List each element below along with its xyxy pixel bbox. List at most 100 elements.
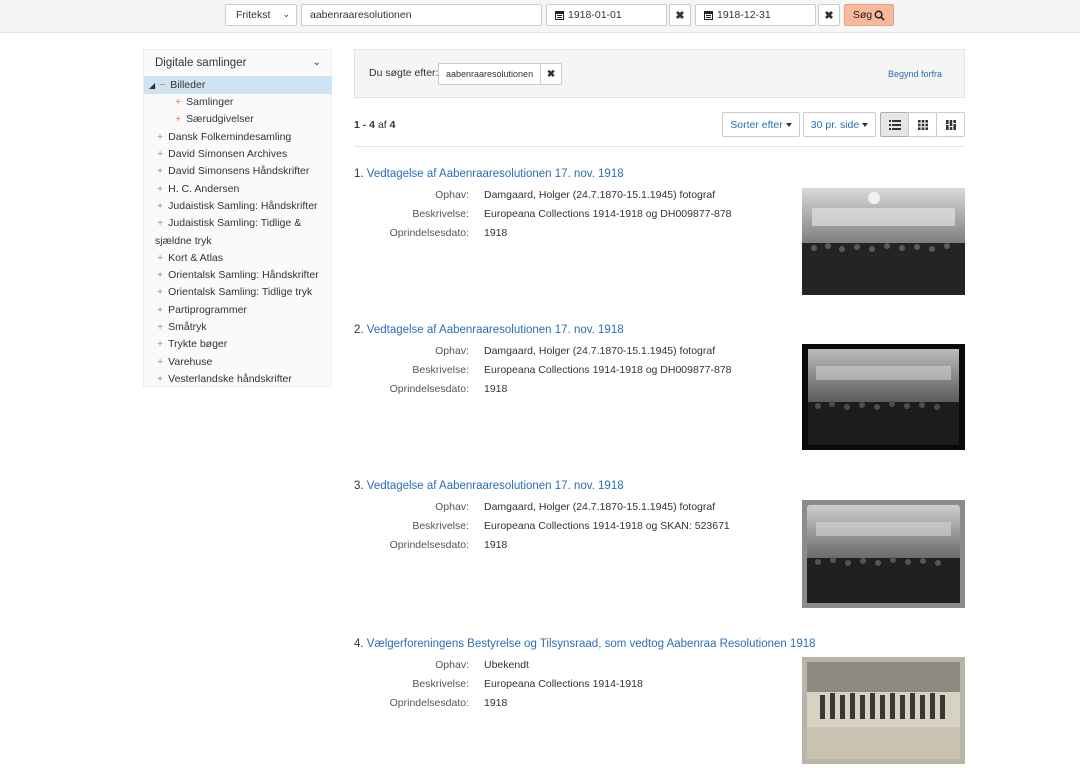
sidebar-item[interactable]: + Trykte bøger	[157, 338, 227, 350]
result-link[interactable]: Vedtagelse af Aabenraaresolutionen 17. n…	[367, 324, 624, 336]
field-label-origin: Ophav:	[435, 659, 469, 671]
plus-icon: +	[157, 269, 164, 281]
result-thumbnail[interactable]	[802, 500, 965, 608]
sort-dropdown[interactable]: Sorter efter	[722, 112, 800, 137]
sidebar-subitem[interactable]: + Samlinger	[175, 96, 233, 108]
plus-icon: +	[157, 338, 164, 350]
sidebar-item-label: sjældne tryk	[155, 235, 212, 247]
field-value-description: Europeana Collections 1914-1918	[484, 678, 643, 690]
field-label-description: Beskrivelse:	[412, 208, 469, 220]
sidebar-item[interactable]: + Judaistisk Samling: Håndskrifter	[157, 200, 318, 212]
sidebar-item-billeder[interactable]: ◢ − Billeder	[149, 79, 205, 92]
sidebar-item-label: Judaistisk Samling: Håndskrifter	[168, 200, 318, 212]
sidebar-item[interactable]: + Varehuse	[157, 356, 212, 368]
result-title: 2. Vedtagelse af Aabenraaresolutionen 17…	[354, 324, 624, 336]
chevron-down-icon: ⌄	[312, 57, 321, 68]
field-label-description: Beskrivelse:	[412, 678, 469, 690]
sidebar-item-label: Varehuse	[168, 356, 213, 368]
plus-icon: +	[157, 165, 164, 177]
sort-label: Sorter efter	[730, 118, 783, 131]
sidebar-subitem[interactable]: + Særudgivelser	[175, 113, 254, 125]
field-value-origin: Ubekendt	[484, 659, 529, 671]
sidebar-item[interactable]: + Orientalsk Samling: Håndskrifter	[157, 269, 319, 281]
field-label-description: Beskrivelse:	[412, 520, 469, 532]
close-icon: ✖	[824, 9, 834, 22]
sidebar-item[interactable]: + Dansk Folkemindesamling	[157, 131, 291, 143]
sidebar-item-label: H. C. Andersen	[168, 183, 240, 195]
sidebar-item[interactable]: + Vesterlandske håndskrifter	[157, 373, 292, 385]
sidebar-item[interactable]: + Kort & Atlas	[157, 252, 223, 264]
result-title: 1. Vedtagelse af Aabenraaresolutionen 17…	[354, 168, 624, 180]
sidebar-item-label: Småtryk	[168, 321, 207, 333]
view-list-button[interactable]	[880, 112, 909, 137]
plus-icon: +	[157, 183, 164, 195]
search-type-select[interactable]: Fritekst ⌄	[225, 4, 297, 26]
clear-date-from-button[interactable]: ✖	[669, 4, 691, 26]
view-gallery-button[interactable]	[908, 112, 937, 137]
date-from-input[interactable]: 1918-01-01	[546, 4, 667, 26]
sidebar-item[interactable]: + David Simonsen Archives	[157, 148, 287, 160]
per-page-dropdown[interactable]: 30 pr. side	[803, 112, 876, 137]
result-title: 3. Vedtagelse af Aabenraaresolutionen 17…	[354, 480, 624, 492]
result-thumbnail[interactable]	[802, 657, 965, 764]
sidebar-item-label: Samlinger	[186, 96, 234, 108]
sidebar-item[interactable]: + David Simonsens Håndskrifter	[157, 165, 309, 177]
results-total: 4	[389, 119, 396, 131]
sidebar-item[interactable]: + H. C. Andersen	[157, 183, 239, 195]
search-input[interactable]: aabenraaresolutionen	[301, 4, 542, 26]
field-label-date: Oprindelsesdato:	[389, 697, 469, 709]
sidebar-item[interactable]: + Judaistisk Samling: Tidlige &	[157, 217, 301, 229]
sidebar-item-label: Judaistisk Samling: Tidlige &	[168, 217, 302, 229]
remove-constraint-button[interactable]: ✖	[540, 64, 561, 84]
plus-icon: +	[157, 321, 164, 333]
plus-icon: +	[157, 373, 164, 385]
result-thumbnail[interactable]	[802, 344, 965, 450]
result-number: 1.	[354, 168, 364, 180]
field-label-origin: Ophav:	[435, 345, 469, 357]
field-label-origin: Ophav:	[435, 501, 469, 513]
result-link[interactable]: Vedtagelse af Aabenraaresolutionen 17. n…	[367, 168, 624, 180]
result-link[interactable]: Vedtagelse af Aabenraaresolutionen 17. n…	[367, 480, 624, 492]
caret-down-icon	[785, 122, 792, 127]
sidebar-item-label: David Simonsens Håndskrifter	[168, 165, 310, 177]
sidebar-header[interactable]: Digitale samlinger ⌄	[144, 50, 331, 77]
plus-icon: +	[175, 96, 182, 108]
result-link[interactable]: Vælgerforeningens Bestyrelse og Tilsynsr…	[367, 638, 816, 650]
sidebar-item-label: Dansk Folkemindesamling	[168, 131, 292, 143]
results-count: 1 - 4 af 4	[354, 119, 395, 131]
constraint-value: aabenraaresolutionen	[446, 69, 534, 79]
field-value-origin: Damgaard, Holger (24.7.1870-15.1.1945) f…	[484, 345, 716, 357]
field-label-description: Beskrivelse:	[412, 364, 469, 376]
result-thumbnail[interactable]	[802, 188, 965, 295]
field-value-date: 1918	[484, 539, 508, 551]
date-to-input[interactable]: 1918-12-31	[695, 4, 816, 26]
plus-icon: +	[157, 286, 164, 298]
results-range: 1 - 4	[354, 119, 376, 131]
start-over-link[interactable]: Begynd forfra	[888, 69, 942, 79]
minus-icon: −	[159, 79, 166, 91]
clear-date-to-button[interactable]: ✖	[818, 4, 840, 26]
sidebar-title: Digitale samlinger	[155, 57, 247, 69]
constraints-label: Du søgte efter:	[369, 67, 439, 79]
divider	[354, 146, 965, 147]
field-value-description: Europeana Collections 1914-1918 og DH009…	[484, 364, 732, 376]
calendar-icon	[555, 10, 564, 20]
sidebar-item-label: Trykte bøger	[168, 338, 228, 350]
view-masonry-button[interactable]	[936, 112, 965, 137]
plus-icon: +	[157, 148, 164, 160]
plus-icon: +	[157, 217, 164, 229]
plus-icon: +	[175, 113, 182, 125]
sidebar-item-continuation[interactable]: sjældne tryk	[155, 235, 212, 247]
search-constraints: Du søgte efter: aabenraaresolutionen ✖ B…	[354, 49, 965, 98]
field-value-origin: Damgaard, Holger (24.7.1870-15.1.1945) f…	[484, 501, 716, 513]
result-number: 3.	[354, 480, 364, 492]
search-button[interactable]: Søg	[844, 4, 894, 26]
field-label-date: Oprindelsesdato:	[389, 539, 469, 551]
sidebar-item-label: Billeder	[170, 79, 206, 91]
result-title: 4. Vælgerforeningens Bestyrelse og Tilsy…	[354, 638, 816, 650]
sidebar-item[interactable]: + Småtryk	[157, 321, 207, 333]
sidebar-item-label: Orientalsk Samling: Tidlige tryk	[168, 286, 313, 298]
field-value-description: Europeana Collections 1914-1918 og SKAN:…	[484, 520, 730, 532]
sidebar-item[interactable]: + Partiprogrammer	[157, 304, 247, 316]
sidebar-item[interactable]: + Orientalsk Samling: Tidlige tryk	[157, 286, 312, 298]
